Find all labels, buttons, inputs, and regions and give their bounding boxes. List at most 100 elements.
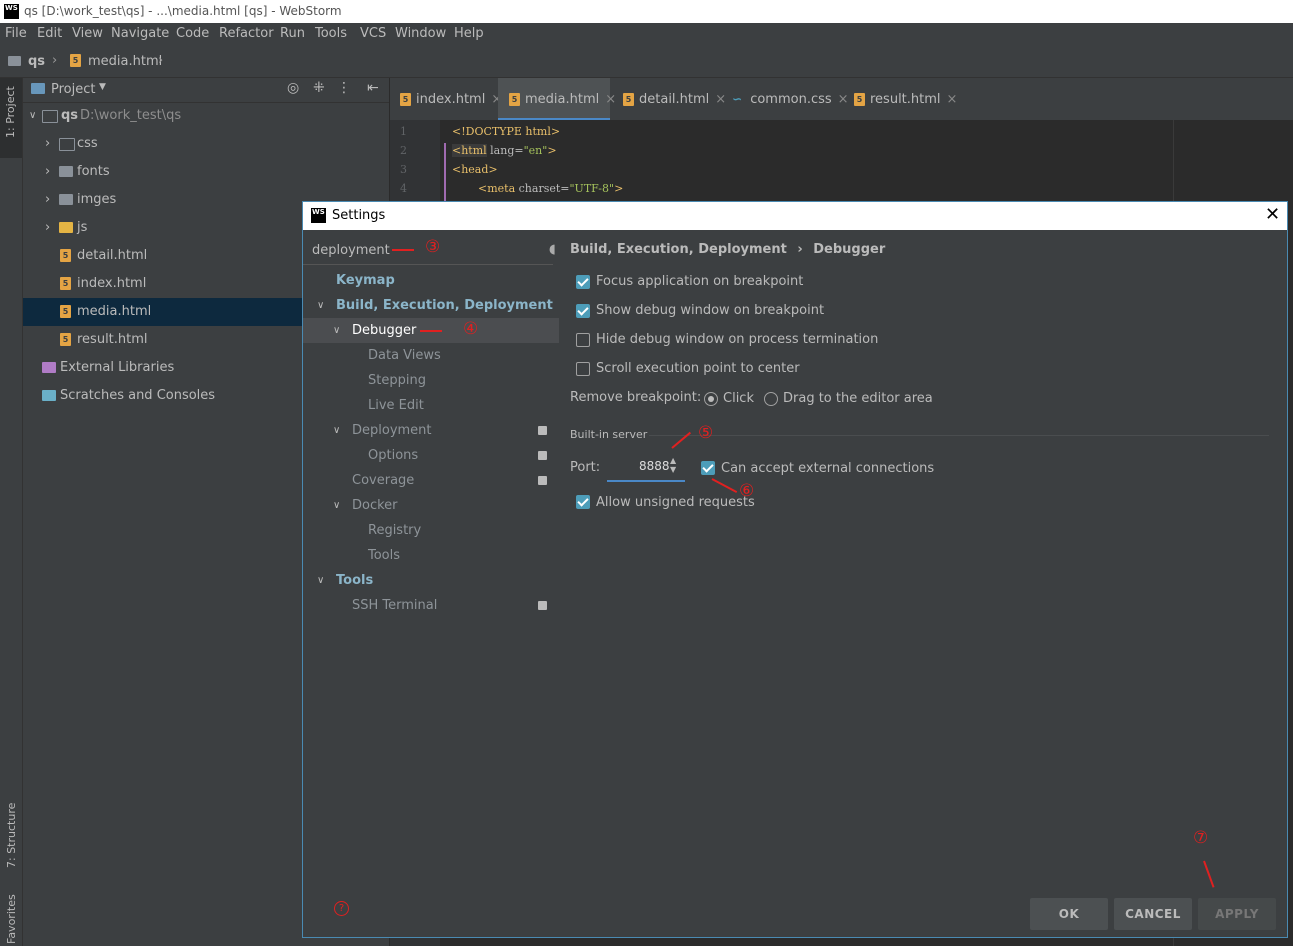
dropdown-arrow-icon[interactable]: ▼: [99, 82, 106, 92]
tab-result-html[interactable]: 5 result.html ×: [854, 92, 957, 107]
external-connections-label: Can accept external connections: [721, 461, 935, 476]
apply-button[interactable]: APPLY: [1198, 898, 1276, 930]
window-title-bar: WS qs [D:\work_test\qs] - ...\media.html…: [0, 0, 1293, 23]
code-line-3[interactable]: <head>: [452, 163, 498, 176]
project-scope-icon: [538, 601, 547, 610]
tree-registry[interactable]: Registry: [303, 518, 559, 543]
chevron-right-icon: ›: [45, 164, 51, 179]
remove-breakpoint-label: Remove breakpoint:: [570, 390, 702, 405]
menu-run[interactable]: Run: [280, 26, 305, 41]
external-connections-checkbox[interactable]: [701, 461, 715, 475]
menu-help[interactable]: Help: [454, 26, 484, 41]
html-file-icon: 5: [70, 54, 81, 67]
breadcrumb-file[interactable]: media.html: [88, 54, 162, 69]
close-icon[interactable]: ×: [947, 92, 958, 107]
settings-search-input[interactable]: deployment: [312, 243, 390, 258]
hide-panel-icon[interactable]: ⇤: [367, 80, 379, 96]
folder-icon: [42, 110, 58, 123]
folder-icon: [59, 138, 75, 151]
close-icon[interactable]: ×: [838, 92, 849, 107]
chevron-down-icon: ∨: [317, 300, 325, 311]
close-icon[interactable]: ×: [715, 92, 726, 107]
chevron-down-icon: ∨: [29, 110, 37, 121]
annotation-arrow: [392, 249, 414, 251]
menu-window[interactable]: Window: [395, 26, 446, 41]
hide-debug-window-checkbox[interactable]: [576, 333, 590, 347]
show-debug-window-checkbox[interactable]: [576, 304, 590, 318]
scroll-execution-checkbox[interactable]: [576, 362, 590, 376]
tab-media-html[interactable]: 5 media.html ×: [509, 92, 616, 107]
tree-folder-css[interactable]: › css: [23, 130, 389, 158]
more-options-icon[interactable]: ⋮: [337, 80, 351, 96]
help-icon: ?: [334, 901, 349, 916]
menu-navigate[interactable]: Navigate: [111, 26, 169, 41]
tree-stepping[interactable]: Stepping: [303, 368, 559, 393]
spinner-arrows-icon[interactable]: ▲ ▼: [670, 456, 676, 474]
focus-app-checkbox[interactable]: [576, 275, 590, 289]
code-line-2[interactable]: <html lang="en">: [452, 144, 557, 157]
chevron-right-icon: ›: [52, 53, 58, 68]
tree-coverage[interactable]: Coverage: [303, 468, 559, 493]
help-button[interactable]: ?: [327, 895, 357, 925]
breadcrumb-project[interactable]: qs: [28, 54, 45, 69]
menu-bar: File Edit View Navigate Code Refactor Ru…: [0, 23, 1293, 45]
port-input[interactable]: 8888 ▲ ▼: [607, 454, 685, 482]
tree-folder-fonts[interactable]: › fonts: [23, 158, 389, 186]
tab-common-css[interactable]: ∽ common.css ×: [732, 92, 849, 107]
cancel-button[interactable]: CANCEL: [1114, 898, 1192, 930]
tree-docker[interactable]: ∨ Docker: [303, 493, 559, 518]
tree-keymap[interactable]: Keymap: [303, 268, 559, 293]
settings-tree-panel: deployment ◖ Keymap ∨ Build, Execution, D…: [303, 230, 560, 881]
menu-vcs[interactable]: VCS: [360, 26, 386, 41]
structure-tool-tab[interactable]: 7: Structure: [5, 803, 18, 868]
html-file-icon: 5: [60, 249, 71, 262]
allow-unsigned-checkbox[interactable]: [576, 495, 590, 509]
tree-live-edit[interactable]: Live Edit: [303, 393, 559, 418]
close-icon[interactable]: ×: [605, 92, 616, 107]
collapse-icon[interactable]: ⁜: [313, 80, 325, 96]
drag-radio[interactable]: [764, 392, 778, 406]
tree-data-views[interactable]: Data Views: [303, 343, 559, 368]
tree-root-path: D:\work_test\qs: [80, 108, 182, 123]
search-clear-icon[interactable]: ◖: [549, 242, 556, 257]
focus-app-label: Focus application on breakpoint: [596, 274, 804, 289]
chevron-right-icon: ›: [45, 192, 51, 207]
tree-options[interactable]: Options: [303, 443, 559, 468]
click-radio[interactable]: [704, 392, 718, 406]
chevron-down-icon: ∨: [333, 325, 341, 336]
chevron-down-icon: ∨: [333, 425, 341, 436]
html-file-icon: 5: [60, 277, 71, 290]
menu-refactor[interactable]: Refactor: [219, 26, 274, 41]
tree-build-execution-deployment[interactable]: ∨ Build, Execution, Deployment: [303, 293, 559, 318]
tree-docker-tools[interactable]: Tools: [303, 543, 559, 568]
html-file-icon: 5: [623, 93, 634, 106]
port-value: 8888: [639, 459, 670, 473]
favorites-tool-tab[interactable]: Favorites: [5, 894, 18, 944]
window-title: qs [D:\work_test\qs] - ...\media.html [q…: [24, 4, 342, 18]
tab-index-html[interactable]: 5 index.html ×: [400, 92, 502, 107]
annotation-6: ⑥: [739, 481, 755, 501]
close-icon[interactable]: ✕: [1265, 204, 1280, 225]
click-radio-label: Click: [723, 391, 754, 406]
menu-edit[interactable]: Edit: [37, 26, 62, 41]
tree-deployment[interactable]: ∨ Deployment: [303, 418, 559, 443]
tab-detail-html[interactable]: 5 detail.html ×: [623, 92, 726, 107]
editor-tabs: 5 index.html × 5 media.html × 5 detail.htm…: [390, 78, 1293, 120]
tree-ssh-terminal[interactable]: SSH Terminal: [303, 593, 559, 618]
settings-content-panel: Build, Execution, Deployment › Debugger …: [559, 230, 1287, 881]
code-line-1[interactable]: <!DOCTYPE html>: [452, 125, 560, 138]
project-tool-tab[interactable]: 1: Project: [4, 86, 17, 138]
menu-tools[interactable]: Tools: [315, 26, 347, 41]
menu-view[interactable]: View: [72, 26, 103, 41]
project-view-selector[interactable]: Project: [51, 82, 95, 97]
allow-unsigned-label: Allow unsigned requests: [596, 495, 755, 510]
locate-icon[interactable]: ◎: [287, 80, 299, 96]
separator: [649, 435, 1269, 436]
menu-file[interactable]: File: [5, 26, 27, 41]
menu-code[interactable]: Code: [176, 26, 209, 41]
tree-tools[interactable]: ∨ Tools: [303, 568, 559, 593]
ok-button[interactable]: OK: [1030, 898, 1108, 930]
drag-radio-label: Drag to the editor area: [783, 391, 933, 406]
code-line-4[interactable]: <meta charset="UTF-8">: [478, 182, 623, 195]
tree-root[interactable]: ∨ qs D:\work_test\qs: [23, 102, 389, 130]
